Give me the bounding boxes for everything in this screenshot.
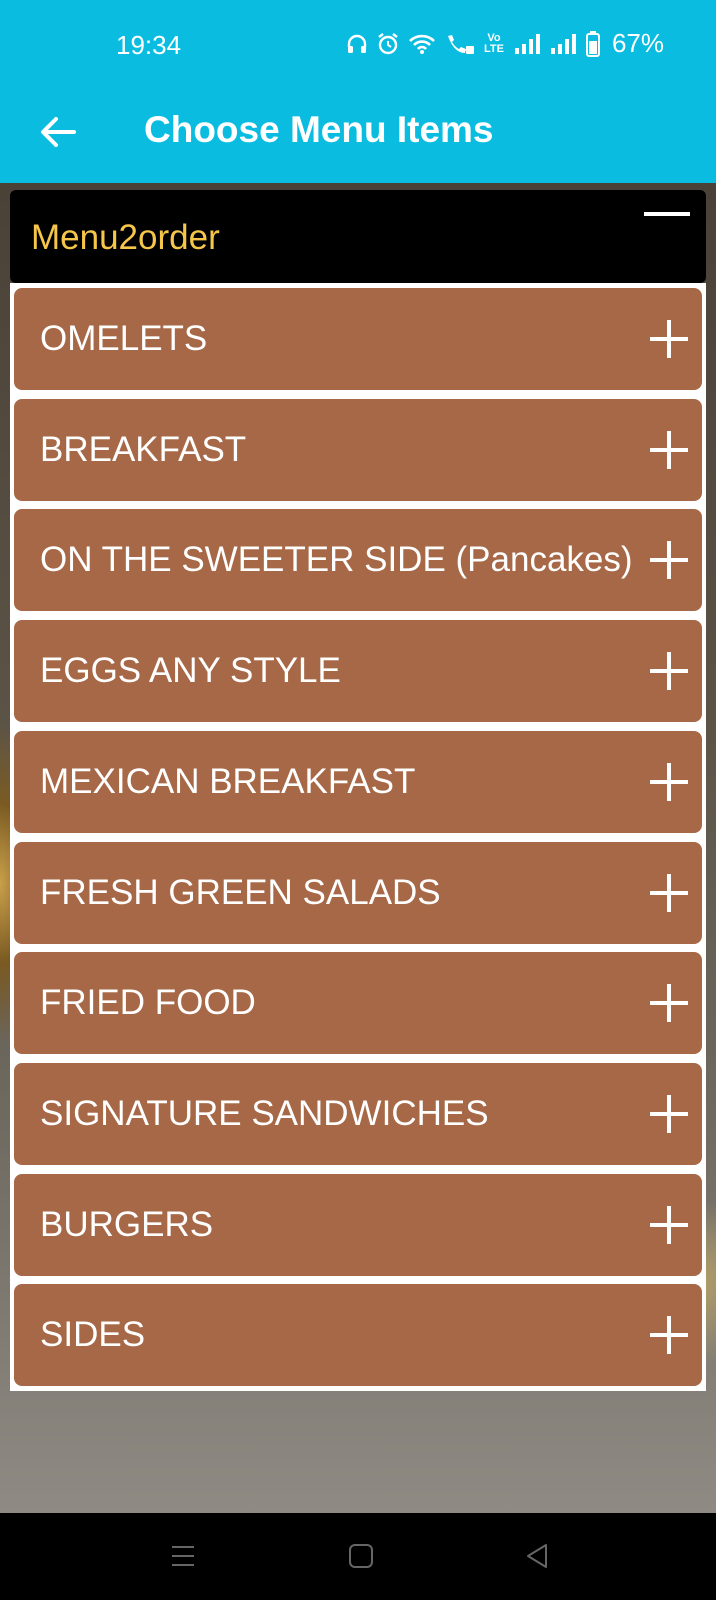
system-nav-bar [0,1513,716,1600]
volte-icon: Vo LTE [483,31,504,55]
minus-icon[interactable] [644,210,690,218]
screen: 19:34 Vo LTE 67% Choose Menu Items Menu2… [0,0,716,1600]
status-icons: Vo LTE 67% [346,28,664,59]
category-item[interactable]: SIGNATURE SANDWICHES [14,1062,702,1165]
plus-icon[interactable] [650,873,688,912]
category-label: EGGS ANY STYLE [40,651,341,691]
category-item[interactable]: EGGS ANY STYLE [14,620,702,723]
battery-percent: 67% [611,28,664,58]
signal-icon [550,33,576,54]
alarm-icon [378,32,398,54]
category-label: MEXICAN BREAKFAST [40,761,416,801]
category-item[interactable]: FRESH GREEN SALADS [14,841,702,944]
plus-icon[interactable] [650,541,688,580]
plus-icon[interactable] [650,1316,688,1355]
arrow-left-icon[interactable] [34,108,82,156]
category-label: SIDES [40,1315,146,1355]
category-item[interactable]: ON THE SWEETER SIDE (Pancakes) [14,509,702,612]
plus-icon[interactable] [650,652,688,691]
plus-icon[interactable] [650,1205,688,1244]
category-label: FRESH GREEN SALADS [40,872,441,912]
home-icon[interactable] [348,1543,374,1569]
category-item[interactable]: SIDES [14,1284,702,1387]
page-title: Choose Menu Items [144,109,494,150]
category-label: BREAKFAST [40,429,247,469]
back-triangle-icon[interactable] [524,1543,550,1569]
wifi-calling-icon [447,34,474,54]
restaurant-panel-header[interactable]: Menu2order [10,190,706,283]
category-list: OMELETS BREAKFAST ON THE SWEETER SIDE (Pan… [10,283,706,1391]
battery-icon [585,30,600,57]
status-time: 19:34 [116,30,182,60]
menu-icon[interactable] [170,1543,196,1569]
signal-icon [514,33,540,54]
plus-icon[interactable] [650,430,688,469]
category-label: BURGERS [40,1204,214,1244]
category-label: SIGNATURE SANDWICHES [40,1093,489,1133]
category-label: ON THE SWEETER SIDE (Pancakes) [40,540,633,580]
plus-icon[interactable] [650,984,688,1023]
restaurant-name: Menu2order [31,218,220,257]
plus-icon[interactable] [650,320,688,358]
category-item[interactable]: BURGERS [14,1173,702,1276]
headphones-icon [347,34,367,53]
plus-icon[interactable] [650,1094,688,1133]
plus-icon[interactable] [650,762,688,801]
status-bar: 19:34 Vo LTE 67% [0,0,716,88]
wifi-icon [409,34,435,54]
category-label: OMELETS [40,319,208,358]
app-bar: Choose Menu Items [0,88,716,183]
category-item[interactable]: MEXICAN BREAKFAST [14,730,702,833]
category-item[interactable]: BREAKFAST [14,398,702,501]
category-label: FRIED FOOD [40,983,256,1023]
category-item[interactable]: FRIED FOOD [14,952,702,1055]
category-item[interactable]: OMELETS [14,288,702,390]
